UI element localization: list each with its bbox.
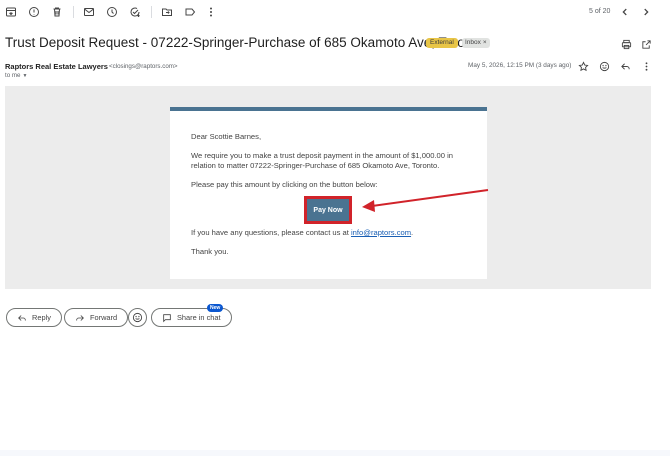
print-all-icon[interactable] [621,37,633,50]
forward-label: Forward [90,313,118,322]
remove-label-icon[interactable]: × [483,39,487,46]
sender-name: Raptors Real Estate Lawyers [5,62,108,71]
recipient-text: to me [5,72,21,79]
message-toolbar: 5 of 20 [0,0,670,24]
labels-icon[interactable] [183,5,197,19]
inbox-label[interactable]: Inbox × [462,38,490,48]
pay-now-button[interactable]: Pay Now [304,196,352,224]
snooze-icon[interactable] [105,5,119,19]
chat-icon [163,313,171,322]
older-message-button[interactable] [639,5,653,19]
toolbar-divider [151,6,152,18]
message-date: May 5, 2026, 12:15 PM (3 days ago) [468,62,572,69]
archive-icon[interactable] [4,5,18,19]
inbox-label-text: Inbox [465,39,481,46]
star-icon[interactable] [576,59,590,73]
chevron-left-icon [622,8,627,16]
emoji-reaction-button[interactable] [128,308,147,327]
email-contact-paragraph: If you have any questions, please contac… [191,228,413,238]
delete-icon[interactable] [50,5,64,19]
email-subject: Trust Deposit Request - 07222-Springer-P… [5,35,484,50]
share-label: Share in chat [177,313,221,322]
email-paragraph: Please pay this amount by clicking on th… [191,180,378,189]
contact-suffix: . [411,228,414,237]
email-closing: Thank you. [191,247,229,256]
external-label: External [426,38,458,48]
add-to-tasks-icon[interactable] [128,5,142,19]
chevron-down-icon[interactable]: ▼ [22,73,27,79]
message-counter: 5 of 20 [589,8,611,15]
new-badge: New [207,304,224,312]
reply-icon[interactable] [618,59,632,73]
toolbar-divider [73,6,74,18]
report-spam-icon[interactable] [27,5,41,19]
chevron-right-icon [644,8,649,16]
recipient-details[interactable]: to me ▼ [5,72,27,79]
email-paragraph: We require you to make a trust deposit p… [191,151,453,170]
smiley-icon [132,312,143,323]
forward-icon [76,314,84,321]
open-in-new-window-icon[interactable] [641,37,653,49]
reply-icon [18,314,26,321]
mark-unread-icon[interactable] [82,5,96,19]
add-reaction-icon[interactable] [597,59,611,73]
email-greeting: Dear Scottie Barnes, [191,132,262,141]
move-to-icon[interactable] [160,5,174,19]
sender-email: <closings@raptors.com> [109,63,178,70]
reply-label: Reply [32,313,51,322]
footer-strip [0,450,670,456]
annotation-arrow [362,189,489,212]
forward-button[interactable]: Forward [64,308,129,327]
contact-prefix: If you have any questions, please contac… [191,228,351,237]
more-icon[interactable] [204,5,218,19]
newer-message-button[interactable] [618,5,632,19]
reply-button[interactable]: Reply [6,308,62,327]
email-header-bar [170,107,487,111]
contact-email-link[interactable]: info@raptors.com [351,228,411,237]
more-options-icon[interactable] [639,59,653,73]
